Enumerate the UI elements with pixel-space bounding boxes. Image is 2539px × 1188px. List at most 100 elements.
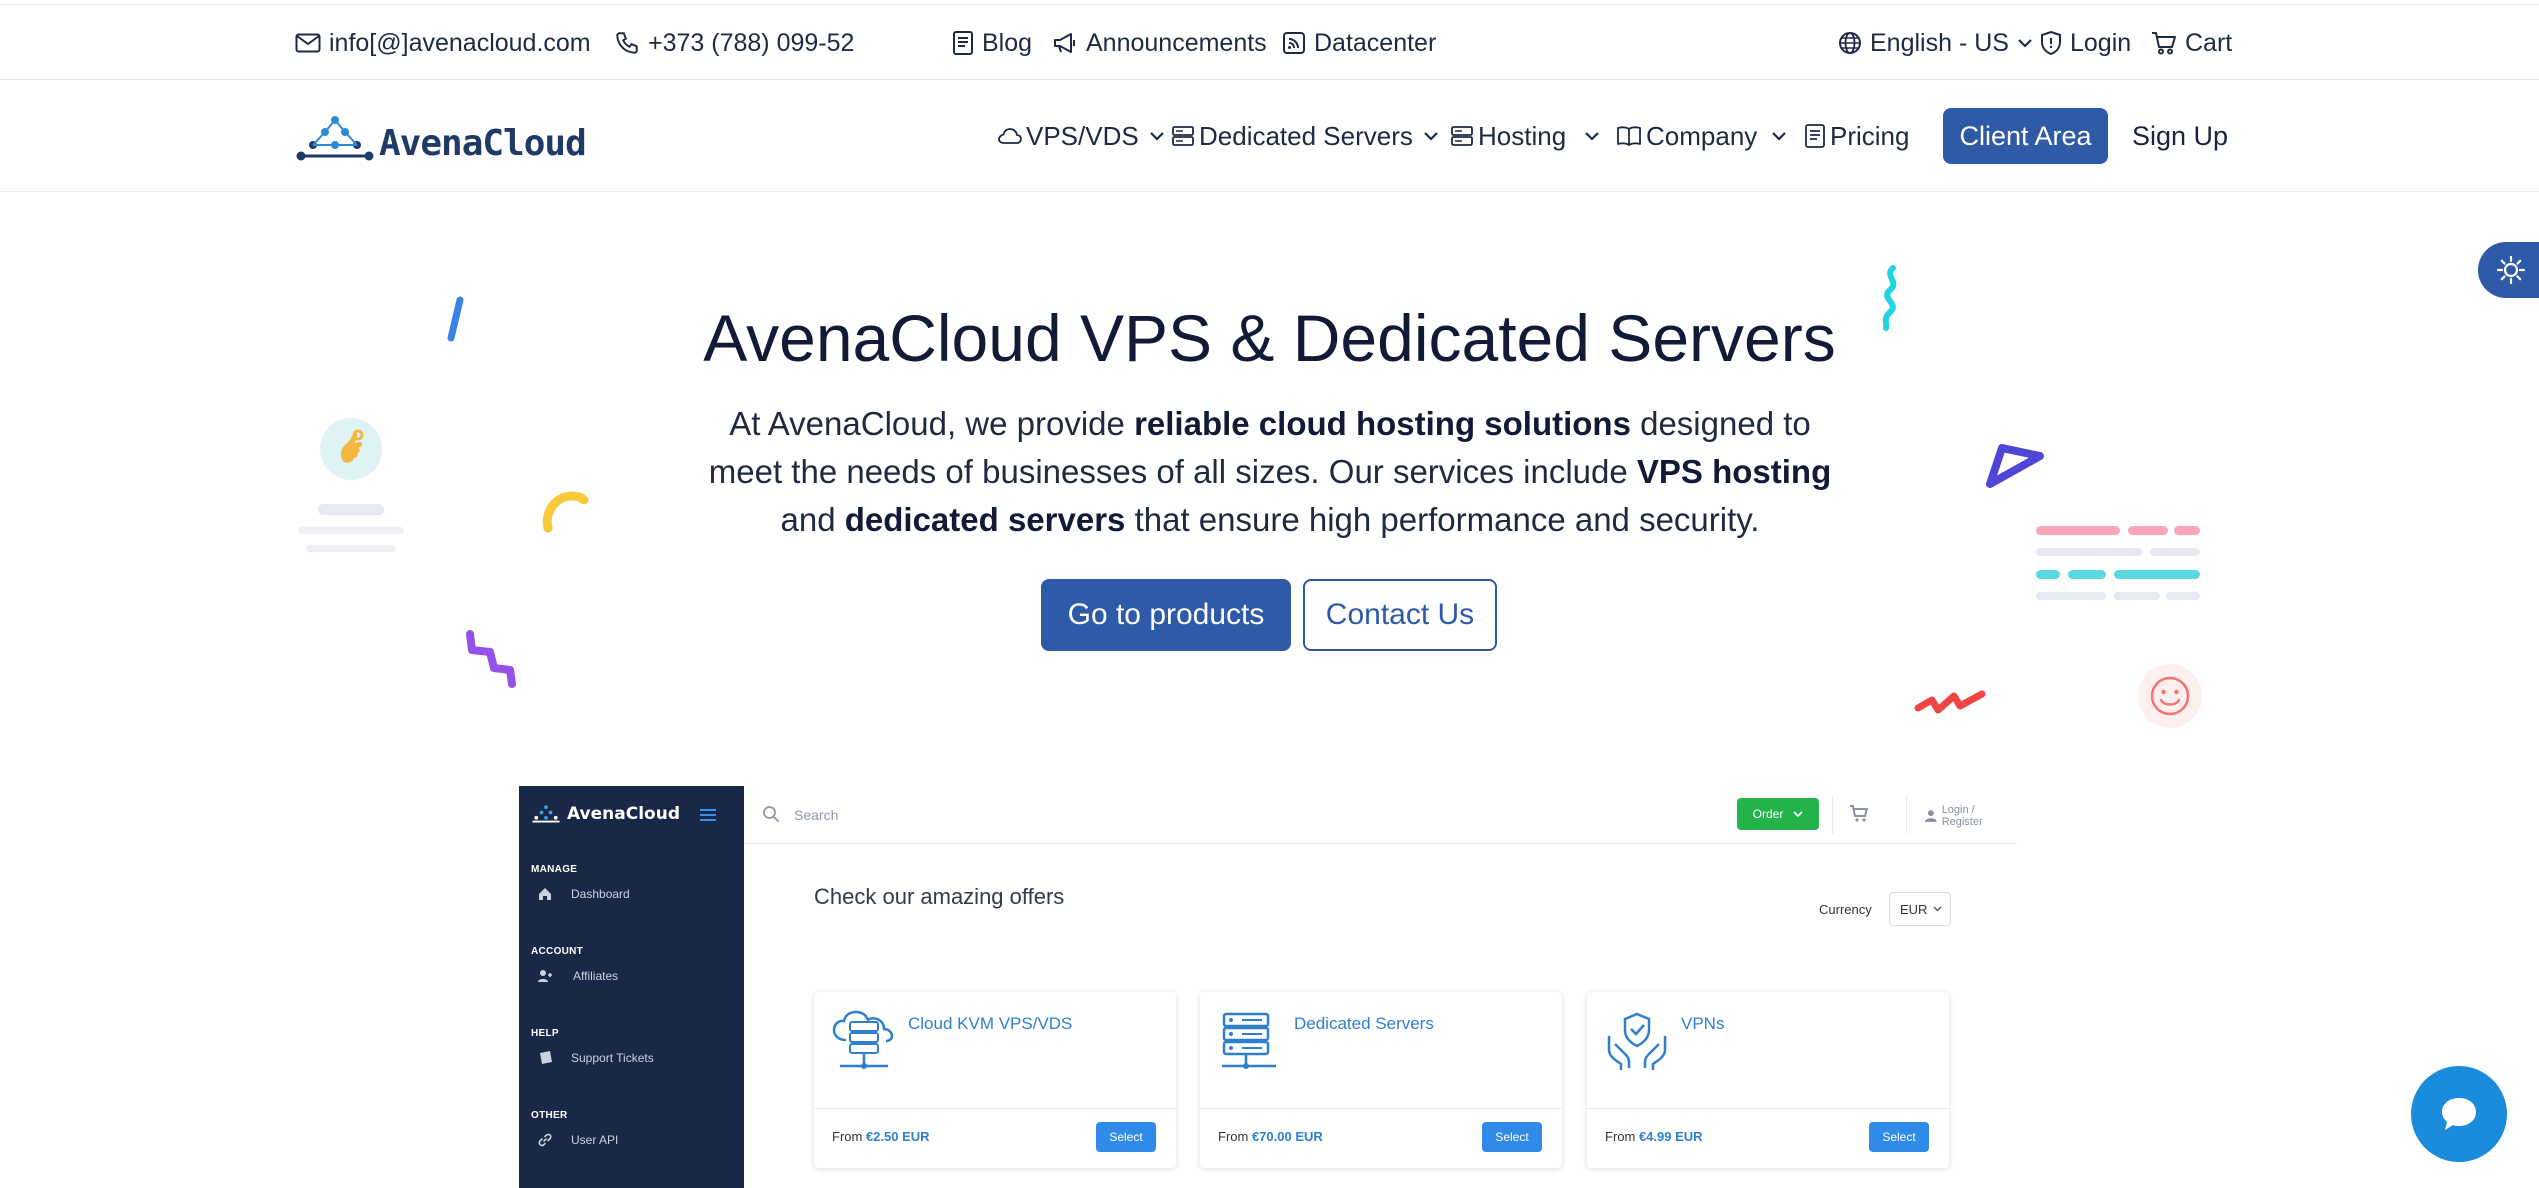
login-register-link[interactable]: Login / Register [1924, 804, 2017, 828]
currency-value: EUR [1900, 901, 1928, 917]
cart-label: Cart [2185, 28, 2233, 57]
offer-card-vps[interactable]: Cloud KVM VPS/VDS From €2.50 EUR Select [814, 992, 1176, 1168]
select-button[interactable]: Select [1096, 1122, 1156, 1152]
book-icon [1617, 126, 1641, 146]
placeholder-line [2036, 548, 2142, 556]
shield-icon [2041, 30, 2061, 56]
price-value: €2.50 EUR [865, 1129, 930, 1144]
chevron-down-icon [1793, 810, 1803, 817]
select-button[interactable]: Select [1482, 1122, 1542, 1152]
chat-widget-button[interactable] [2411, 1066, 2507, 1162]
card-title: VPNs [1681, 1014, 1725, 1033]
card-title: Cloud KVM VPS/VDS [908, 1014, 1073, 1033]
card-footer: From €4.99 EUR Select [1587, 1108, 1949, 1168]
shield-hands-icon [1607, 1012, 1667, 1070]
dashboard-logo[interactable]: AvenaCloud [531, 804, 680, 824]
phone-link[interactable]: +373 (788) 099-52 [614, 5, 854, 81]
ok-hand-icon [320, 418, 382, 480]
cloud-server-icon [832, 1010, 894, 1069]
theme-toggle[interactable] [2478, 242, 2539, 298]
nav-hosting[interactable]: Hosting [1450, 80, 1600, 192]
logo-mark-icon [532, 805, 560, 823]
nav-dedicated-servers[interactable]: Dedicated Servers [1171, 80, 1439, 192]
blog-label: Blog [982, 28, 1033, 57]
client-area-button[interactable]: Client Area [1943, 108, 2108, 164]
placeholder-line [2150, 548, 2200, 556]
sidebar-item-affiliates[interactable]: Affiliates [537, 968, 618, 984]
nav-pricing[interactable]: Pricing [1804, 80, 1909, 192]
cart-icon[interactable] [1849, 804, 1869, 824]
dashboard-sidebar: AvenaCloud MANAGE Dashboard ACCOUNT Affi… [519, 786, 744, 1188]
smiley-icon [2138, 664, 2202, 728]
hero-highlight: reliable cloud hosting solutions [1134, 405, 1631, 442]
server-icon [1451, 126, 1473, 146]
cart-link[interactable]: Cart [2151, 5, 2232, 81]
chevron-down-icon [1149, 132, 1164, 141]
megaphone-icon [1054, 33, 1075, 53]
user-icon [1924, 810, 1937, 822]
order-button[interactable]: Order [1737, 798, 1819, 830]
card-footer: From €2.50 EUR Select [814, 1108, 1176, 1168]
login-register-label: Login / Register [1941, 804, 1983, 828]
logo-text: AvenaCloud [379, 123, 587, 164]
sidebar-item-support-tickets[interactable]: Support Tickets [537, 1050, 654, 1066]
nav-company[interactable]: Company [1616, 80, 1787, 192]
chat-bubble-icon [2442, 1098, 2476, 1130]
search-input[interactable] [794, 802, 1194, 828]
select-button[interactable]: Select [1869, 1122, 1929, 1152]
email-link[interactable]: info[@]avenacloud.com [295, 5, 591, 81]
sidebar-section-title: MANAGE [531, 864, 578, 875]
order-label: Order [1752, 807, 1784, 821]
placeholder-line [2166, 592, 2200, 600]
offer-card-dedicated[interactable]: Dedicated Servers From €70.00 EUR Select [1200, 992, 1562, 1168]
dashboard-topbar: Order Login / Register [744, 786, 2017, 844]
newspaper-icon [953, 31, 973, 55]
datacenter-link[interactable]: Datacenter [1282, 5, 1436, 81]
yellow-arc-decoration [542, 491, 589, 533]
language-label: English - US [1870, 28, 2009, 57]
blog-link[interactable]: Blog [952, 5, 1032, 81]
purple-zigzag-decoration [466, 630, 516, 688]
hamburger-menu-icon[interactable] [699, 808, 717, 822]
cyan-line-decoration [2036, 570, 2060, 579]
nav-dedicated-label: Dedicated Servers [1199, 120, 1413, 151]
chevron-down-icon [1424, 132, 1438, 141]
sidebar-section-title: OTHER [531, 1110, 568, 1121]
datacenter-label: Datacenter [1314, 28, 1437, 57]
phone-text: +373 (788) 099-52 [648, 28, 855, 57]
chevron-down-icon [1933, 906, 1942, 912]
sidebar-item-dashboard[interactable]: Dashboard [537, 886, 630, 902]
sidebar-item-user-api[interactable]: User API [537, 1132, 618, 1148]
receipt-icon [1805, 124, 1825, 148]
hero-text-part: that ensure high performance and securit… [1125, 501, 1760, 538]
hero-highlight: VPS hosting [1636, 453, 1832, 490]
dashboard-logo-text: AvenaCloud [567, 804, 680, 824]
card-price: From €2.50 EUR [832, 1129, 930, 1144]
offer-card-vpn[interactable]: VPNs From €4.99 EUR Select [1587, 992, 1949, 1168]
placeholder-line [318, 504, 384, 515]
price-prefix: From [832, 1129, 866, 1144]
nav-vps-label: VPS/VDS [1026, 120, 1139, 151]
announcements-link[interactable]: Announcements [1052, 5, 1267, 81]
pink-line-decoration [2036, 526, 2120, 535]
hero-title: AvenaCloud VPS & Dedicated Servers [703, 301, 1836, 375]
logo[interactable]: AvenaCloud [295, 110, 587, 164]
users-icon [538, 970, 552, 982]
nav-company-label: Company [1646, 120, 1758, 151]
login-link[interactable]: Login [2040, 5, 2131, 81]
phone-icon [616, 32, 638, 54]
pink-line-decoration [2128, 526, 2168, 535]
contact-us-button[interactable]: Contact Us [1303, 579, 1497, 651]
home-icon [539, 888, 551, 900]
ticket-icon [540, 1051, 552, 1064]
language-selector[interactable]: English - US [1838, 5, 2041, 81]
sun-icon [2496, 255, 2526, 285]
currency-select[interactable]: EUR [1889, 892, 1951, 926]
sign-up-link[interactable]: Sign Up [2132, 108, 2228, 164]
nav-pricing-label: Pricing [1830, 120, 1910, 151]
go-to-products-button[interactable]: Go to products [1041, 579, 1291, 651]
hero-highlight: dedicated servers [844, 501, 1126, 538]
nav-vps[interactable]: VPS/VDS [998, 80, 1165, 192]
mail-icon [295, 33, 321, 53]
purple-triangle-decoration [1986, 444, 2044, 488]
